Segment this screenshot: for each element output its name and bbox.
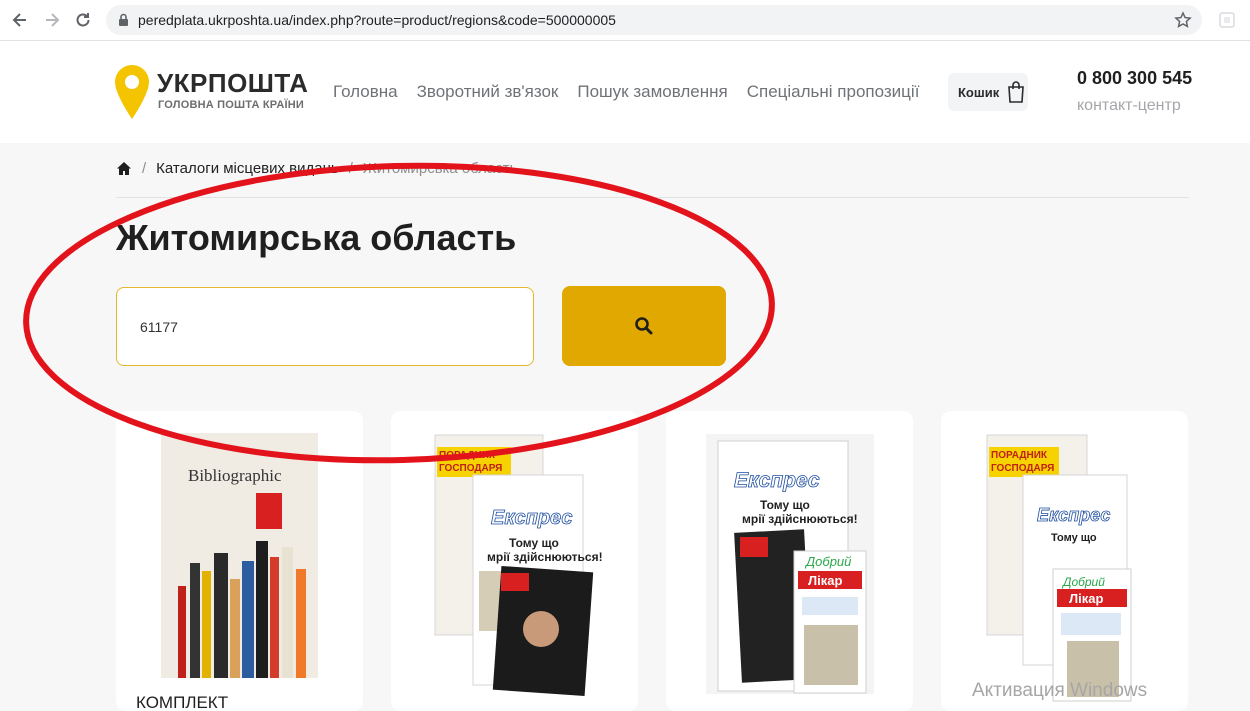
menu-item-order-search[interactable]: Пошук замовлення	[577, 82, 727, 102]
location-pin-icon	[115, 65, 149, 119]
page-title: Житомирська область	[116, 217, 517, 258]
browser-toolbar: peredplata.ukrposhta.ua/index.php?route=…	[0, 0, 1250, 41]
menu-item-feedback[interactable]: Зворотний зв'язок	[417, 82, 559, 102]
product-card[interactable]: ПОРАДНИК ГОСПОДАРЯ Експрес Тому що Добри…	[941, 411, 1188, 711]
product-card[interactable]: Експрес Тому що мрії здійснюються! Добри…	[666, 411, 913, 711]
divider	[116, 197, 1189, 198]
book-cover-image: Bibliographic	[161, 433, 318, 678]
contact-center-label: контакт-центр	[1077, 97, 1181, 114]
address-bar[interactable]: peredplata.ukrposhta.ua/index.php?route=…	[106, 5, 1202, 35]
cover-poradnyk: ПОРАДНИК	[439, 450, 496, 461]
cover-hospodarya: ГОСПОДАРЯ	[439, 463, 502, 474]
menu-item-special-offers[interactable]: Спеціальні пропозиції	[747, 82, 920, 102]
cover-ekspres: Експрес	[491, 507, 573, 529]
breadcrumb-current: Житомирська область	[362, 160, 518, 177]
forward-arrow-icon[interactable]	[40, 8, 64, 32]
brand-name: УКРПОШТА	[157, 68, 309, 98]
cover-hospodarya: ГОСПОДАРЯ	[991, 463, 1054, 474]
phone-number[interactable]: 0 800 300 545	[1077, 68, 1192, 89]
site-header: УКРПОШТА ГОЛОВНА ПОШТА КРАЇНИ Головна Зв…	[0, 41, 1250, 143]
cover-likar: Лікар	[808, 573, 842, 588]
svg-text:Тому що: Тому що	[760, 498, 810, 512]
search-button[interactable]	[562, 286, 726, 366]
cover-dobryi: Добрий	[804, 554, 851, 569]
brand-tagline: ГОЛОВНА ПОШТА КРАЇНИ	[158, 99, 304, 111]
svg-text:мрії здійснюються!: мрії здійснюються!	[742, 512, 858, 526]
svg-text:Тому що: Тому що	[509, 536, 559, 550]
windows-activation-watermark: Активация Windows	[972, 680, 1148, 701]
cover-ekspres: Експрес	[1037, 505, 1110, 525]
svg-text:Тому що: Тому що	[1051, 532, 1097, 544]
product-caption: КОМПЛЕКТ	[136, 693, 229, 711]
breadcrumb: / Каталоги місцевих видань / Житомирська…	[116, 160, 517, 177]
search-input[interactable]	[116, 287, 534, 366]
cart-label: Кошик	[958, 84, 1000, 100]
product-card[interactable]: ПОРАДНИК ГОСПОДАРЯ Експрес Тому що мрії …	[391, 411, 638, 711]
extension-icon[interactable]	[1218, 10, 1238, 30]
cover-dobryi: Добрий	[1061, 575, 1105, 589]
main-menu: Головна Зворотний зв'язок Пошук замовлен…	[333, 82, 919, 102]
cover-ekspres: Експрес	[734, 469, 820, 492]
shopping-bag-icon	[1008, 81, 1025, 103]
svg-text:мрії здійснюються!: мрії здійснюються!	[487, 550, 603, 564]
lock-icon	[118, 13, 129, 32]
newspaper-bundle-image: ПОРАДНИК ГОСПОДАРЯ Експрес Тому що мрії …	[434, 434, 603, 697]
reload-icon[interactable]	[71, 8, 95, 32]
cover-poradnyk: ПОРАДНИК	[991, 450, 1048, 461]
cover-likar: Лікар	[1069, 591, 1103, 606]
cart-button[interactable]: Кошик	[948, 73, 1028, 111]
bookmark-star-icon[interactable]	[1174, 11, 1192, 34]
breadcrumb-catalogs-link[interactable]: Каталоги місцевих видань	[156, 160, 339, 177]
menu-item-home[interactable]: Головна	[333, 82, 398, 102]
breadcrumb-separator: /	[348, 160, 353, 177]
url-text: peredplata.ukrposhta.ua/index.php?route=…	[138, 12, 616, 28]
cover-book-title: Bibliographic	[188, 466, 282, 485]
breadcrumb-separator: /	[142, 160, 147, 177]
newspaper-bundle-image: ПОРАДНИК ГОСПОДАРЯ Експрес Тому що Добри…	[986, 434, 1132, 702]
product-card[interactable]: Bibliographic КОМПЛЕКТ	[116, 411, 363, 711]
back-arrow-icon[interactable]	[8, 8, 32, 32]
ukrposhta-logo[interactable]: УКРПОШТА ГОЛОВНА ПОШТА КРАЇНИ	[113, 63, 308, 123]
home-icon[interactable]	[116, 161, 132, 176]
search-icon	[635, 317, 653, 335]
newspaper-bundle-image: Експрес Тому що мрії здійснюються! Добри…	[706, 434, 874, 694]
